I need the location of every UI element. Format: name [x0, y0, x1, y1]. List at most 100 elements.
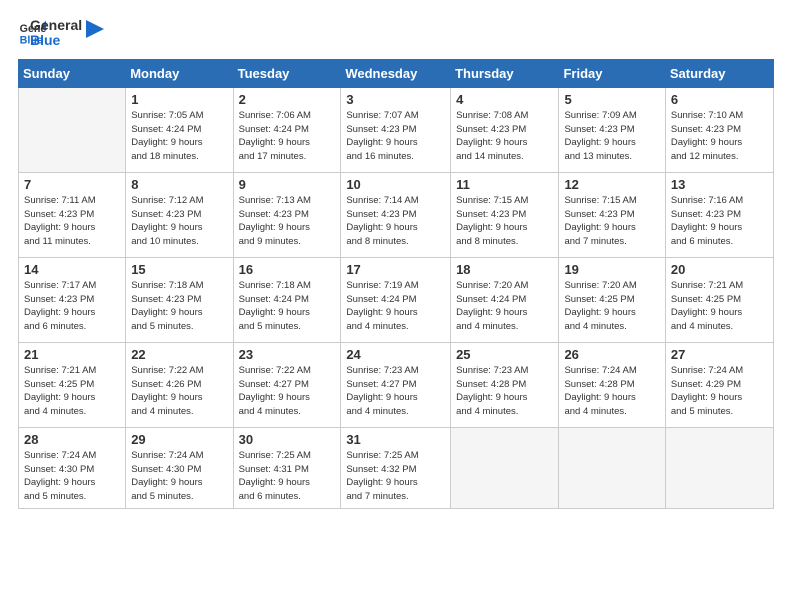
calendar-cell: 30 Sunrise: 7:25 AMSunset: 4:31 PMDayligh…: [233, 427, 341, 508]
day-number: 10: [346, 177, 445, 192]
day-info: Sunrise: 7:07 AMSunset: 4:23 PMDaylight:…: [346, 109, 445, 164]
weekday-wednesday: Wednesday: [341, 59, 451, 87]
calendar-cell: 8 Sunrise: 7:12 AMSunset: 4:23 PMDaylight…: [126, 172, 233, 257]
day-number: 30: [239, 432, 336, 447]
calendar-cell: 24 Sunrise: 7:23 AMSunset: 4:27 PMDayligh…: [341, 342, 451, 427]
day-info: Sunrise: 7:09 AMSunset: 4:23 PMDaylight:…: [564, 109, 659, 164]
day-number: 22: [131, 347, 227, 362]
day-number: 19: [564, 262, 659, 277]
day-number: 11: [456, 177, 553, 192]
calendar-cell: 10 Sunrise: 7:14 AMSunset: 4:23 PMDayligh…: [341, 172, 451, 257]
day-number: 26: [564, 347, 659, 362]
day-info: Sunrise: 7:24 AMSunset: 4:30 PMDaylight:…: [24, 449, 120, 504]
day-info: Sunrise: 7:10 AMSunset: 4:23 PMDaylight:…: [671, 109, 768, 164]
calendar-cell: 16 Sunrise: 7:18 AMSunset: 4:24 PMDayligh…: [233, 257, 341, 342]
calendar-cell: 20Sunrise: 7:21 AMSunset: 4:25 PMDayligh…: [665, 257, 773, 342]
day-number: 8: [131, 177, 227, 192]
day-number: 2: [239, 92, 336, 107]
calendar-cell: 31 Sunrise: 7:25 AMSunset: 4:32 PMDayligh…: [341, 427, 451, 508]
weekday-sunday: Sunday: [19, 59, 126, 87]
weekday-monday: Monday: [126, 59, 233, 87]
day-number: 5: [564, 92, 659, 107]
calendar-cell: 14 Sunrise: 7:17 AMSunset: 4:23 PMDayligh…: [19, 257, 126, 342]
day-info: Sunrise: 7:08 AMSunset: 4:23 PMDaylight:…: [456, 109, 553, 164]
logo-general: General: [30, 18, 82, 33]
day-info: Sunrise: 7:18 AMSunset: 4:23 PMDaylight:…: [131, 279, 227, 334]
weekday-header-row: SundayMondayTuesdayWednesdayThursdayFrid…: [19, 59, 774, 87]
day-info: Sunrise: 7:21 AMSunset: 4:25 PMDaylight:…: [24, 364, 120, 419]
day-info: Sunrise: 7:22 AMSunset: 4:27 PMDaylight:…: [239, 364, 336, 419]
day-number: 14: [24, 262, 120, 277]
calendar-cell: 23 Sunrise: 7:22 AMSunset: 4:27 PMDayligh…: [233, 342, 341, 427]
day-info: Sunrise: 7:18 AMSunset: 4:24 PMDaylight:…: [239, 279, 336, 334]
day-info: Sunrise: 7:23 AMSunset: 4:27 PMDaylight:…: [346, 364, 445, 419]
weekday-friday: Friday: [559, 59, 665, 87]
day-info: Sunrise: 7:20 AMSunset: 4:24 PMDaylight:…: [456, 279, 553, 334]
calendar-cell: 15Sunrise: 7:18 AMSunset: 4:23 PMDayligh…: [126, 257, 233, 342]
calendar-cell: 2 Sunrise: 7:06 AMSunset: 4:24 PMDaylight…: [233, 87, 341, 172]
day-info: Sunrise: 7:05 AMSunset: 4:24 PMDaylight:…: [131, 109, 227, 164]
calendar-cell: 18Sunrise: 7:20 AMSunset: 4:24 PMDayligh…: [451, 257, 559, 342]
logo-arrow-icon: [86, 20, 104, 38]
week-row-4: 21 Sunrise: 7:21 AMSunset: 4:25 PMDayligh…: [19, 342, 774, 427]
calendar-cell: 4Sunrise: 7:08 AMSunset: 4:23 PMDaylight…: [451, 87, 559, 172]
calendar-cell: 5 Sunrise: 7:09 AMSunset: 4:23 PMDaylight…: [559, 87, 665, 172]
day-number: 3: [346, 92, 445, 107]
calendar-cell: [665, 427, 773, 508]
day-number: 12: [564, 177, 659, 192]
day-info: Sunrise: 7:11 AMSunset: 4:23 PMDaylight:…: [24, 194, 120, 249]
day-info: Sunrise: 7:15 AMSunset: 4:23 PMDaylight:…: [564, 194, 659, 249]
day-info: Sunrise: 7:13 AMSunset: 4:23 PMDaylight:…: [239, 194, 336, 249]
weekday-tuesday: Tuesday: [233, 59, 341, 87]
day-number: 24: [346, 347, 445, 362]
calendar-cell: [451, 427, 559, 508]
day-info: Sunrise: 7:15 AMSunset: 4:23 PMDaylight:…: [456, 194, 553, 249]
weekday-saturday: Saturday: [665, 59, 773, 87]
calendar-cell: 9Sunrise: 7:13 AMSunset: 4:23 PMDaylight…: [233, 172, 341, 257]
calendar-cell: [559, 427, 665, 508]
calendar-cell: 22 Sunrise: 7:22 AMSunset: 4:26 PMDayligh…: [126, 342, 233, 427]
calendar-cell: 17 Sunrise: 7:19 AMSunset: 4:24 PMDayligh…: [341, 257, 451, 342]
calendar-cell: 26 Sunrise: 7:24 AMSunset: 4:28 PMDayligh…: [559, 342, 665, 427]
calendar-cell: 27Sunrise: 7:24 AMSunset: 4:29 PMDayligh…: [665, 342, 773, 427]
day-number: 21: [24, 347, 120, 362]
day-number: 25: [456, 347, 553, 362]
day-info: Sunrise: 7:24 AMSunset: 4:29 PMDaylight:…: [671, 364, 768, 419]
week-row-2: 7Sunrise: 7:11 AMSunset: 4:23 PMDaylight…: [19, 172, 774, 257]
header: General Blue General Blue: [18, 18, 774, 49]
day-number: 31: [346, 432, 445, 447]
day-info: Sunrise: 7:19 AMSunset: 4:24 PMDaylight:…: [346, 279, 445, 334]
day-info: Sunrise: 7:06 AMSunset: 4:24 PMDaylight:…: [239, 109, 336, 164]
calendar-cell: [19, 87, 126, 172]
calendar-cell: 28 Sunrise: 7:24 AMSunset: 4:30 PMDayligh…: [19, 427, 126, 508]
calendar-cell: 19 Sunrise: 7:20 AMSunset: 4:25 PMDayligh…: [559, 257, 665, 342]
calendar-cell: 25 Sunrise: 7:23 AMSunset: 4:28 PMDayligh…: [451, 342, 559, 427]
calendar-cell: 12 Sunrise: 7:15 AMSunset: 4:23 PMDayligh…: [559, 172, 665, 257]
day-number: 23: [239, 347, 336, 362]
week-row-3: 14 Sunrise: 7:17 AMSunset: 4:23 PMDayligh…: [19, 257, 774, 342]
day-number: 28: [24, 432, 120, 447]
week-row-5: 28 Sunrise: 7:24 AMSunset: 4:30 PMDayligh…: [19, 427, 774, 508]
day-info: Sunrise: 7:25 AMSunset: 4:31 PMDaylight:…: [239, 449, 336, 504]
day-info: Sunrise: 7:17 AMSunset: 4:23 PMDaylight:…: [24, 279, 120, 334]
weekday-thursday: Thursday: [451, 59, 559, 87]
calendar-cell: 29Sunrise: 7:24 AMSunset: 4:30 PMDayligh…: [126, 427, 233, 508]
day-number: 20: [671, 262, 768, 277]
day-info: Sunrise: 7:16 AMSunset: 4:23 PMDaylight:…: [671, 194, 768, 249]
calendar-cell: 7Sunrise: 7:11 AMSunset: 4:23 PMDaylight…: [19, 172, 126, 257]
day-info: Sunrise: 7:24 AMSunset: 4:28 PMDaylight:…: [564, 364, 659, 419]
day-number: 13: [671, 177, 768, 192]
day-number: 17: [346, 262, 445, 277]
day-info: Sunrise: 7:20 AMSunset: 4:25 PMDaylight:…: [564, 279, 659, 334]
day-info: Sunrise: 7:25 AMSunset: 4:32 PMDaylight:…: [346, 449, 445, 504]
day-info: Sunrise: 7:12 AMSunset: 4:23 PMDaylight:…: [131, 194, 227, 249]
logo: General Blue General Blue: [18, 18, 104, 49]
day-number: 16: [239, 262, 336, 277]
calendar-cell: 13 Sunrise: 7:16 AMSunset: 4:23 PMDayligh…: [665, 172, 773, 257]
day-info: Sunrise: 7:22 AMSunset: 4:26 PMDaylight:…: [131, 364, 227, 419]
calendar-cell: 21 Sunrise: 7:21 AMSunset: 4:25 PMDayligh…: [19, 342, 126, 427]
day-number: 1: [131, 92, 227, 107]
day-info: Sunrise: 7:23 AMSunset: 4:28 PMDaylight:…: [456, 364, 553, 419]
day-info: Sunrise: 7:14 AMSunset: 4:23 PMDaylight:…: [346, 194, 445, 249]
logo-blue: Blue: [30, 33, 82, 48]
